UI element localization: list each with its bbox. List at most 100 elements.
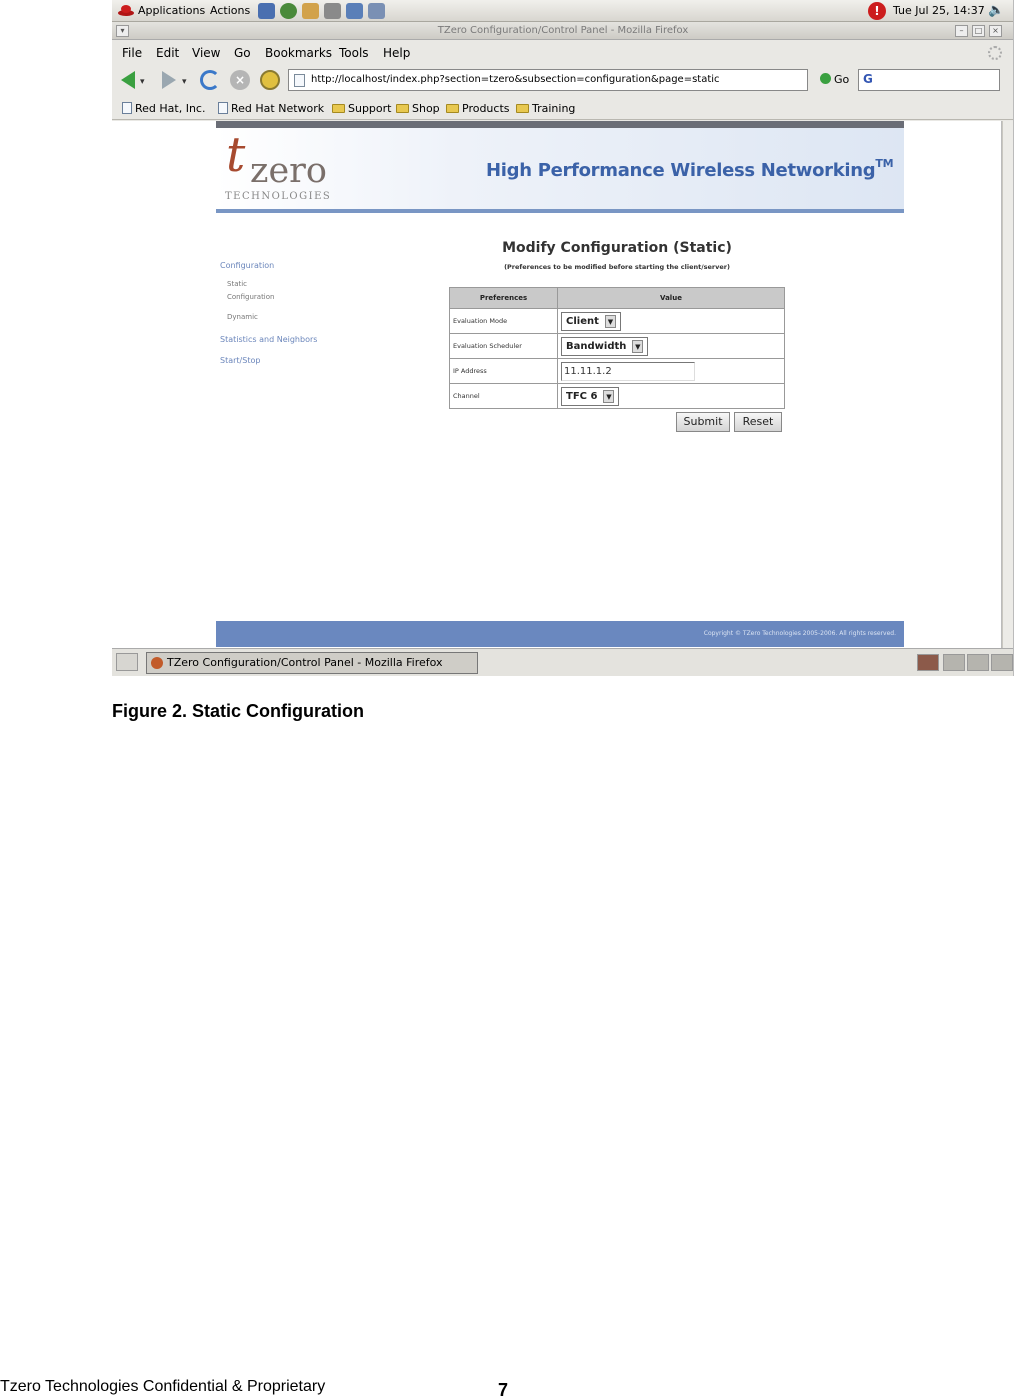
vertical-scrollbar[interactable]: [1002, 121, 1013, 648]
page-icon: [218, 102, 228, 114]
throbber-icon: [988, 46, 1002, 60]
workspace-2[interactable]: [967, 654, 989, 671]
back-history-dropdown-icon[interactable]: ▾: [140, 77, 145, 87]
ip-address-input[interactable]: 11.11.1.2: [561, 361, 695, 381]
folder-icon: [446, 104, 459, 113]
reload-icon[interactable]: [200, 70, 220, 90]
tagline-text: High Performance Wireless Networking: [486, 160, 876, 181]
browser-launcher-icon[interactable]: [280, 3, 297, 19]
submit-button[interactable]: Submit: [676, 412, 730, 432]
go-label: Go: [834, 73, 850, 86]
evaluation-scheduler-select[interactable]: Bandwidth ▼: [561, 336, 649, 356]
update-alert-icon[interactable]: !: [868, 2, 886, 20]
select-value: Client: [566, 315, 599, 327]
site-footer: Copyright © TZero Technologies 2005-2006…: [216, 621, 904, 647]
column-header-value: Value: [557, 287, 785, 309]
go-button[interactable]: Go: [820, 73, 849, 86]
bookmark-red-hat-inc[interactable]: Red Hat, Inc.: [122, 102, 205, 115]
nav-statistics-neighbors[interactable]: Statistics and Neighbors: [220, 335, 317, 344]
nav-start-stop[interactable]: Start/Stop: [220, 356, 260, 365]
stop-icon[interactable]: ×: [230, 70, 250, 90]
trash-icon[interactable]: [917, 654, 939, 671]
volume-icon[interactable]: 🔈: [988, 3, 1004, 18]
workspace-3[interactable]: [991, 654, 1013, 671]
menu-edit[interactable]: Edit: [156, 46, 179, 60]
close-icon[interactable]: ×: [989, 25, 1002, 37]
value-cell: 11.11.1.2: [557, 358, 785, 384]
tzero-logo-t: t: [226, 127, 246, 183]
menu-bar: File Edit View Go Bookmarks Tools Help: [112, 40, 1013, 64]
actions-menu[interactable]: Actions: [210, 4, 250, 17]
value-cell: Client ▼: [557, 308, 785, 334]
table-row: Evaluation Scheduler Bandwidth ▼: [449, 333, 785, 359]
minimize-icon[interactable]: –: [955, 25, 968, 37]
tzero-logo-subtitle: TECHNOLOGIES: [225, 191, 332, 202]
url-bar[interactable]: http://localhost/index.php?section=tzero…: [288, 69, 808, 91]
back-arrow-icon[interactable]: [121, 71, 135, 89]
launcher-icon-3[interactable]: [302, 3, 319, 19]
bookmark-label: Products: [462, 102, 510, 115]
launcher-icon-6[interactable]: [368, 3, 385, 19]
bookmark-label: Training: [532, 102, 576, 115]
gnome-taskbar: TZero Configuration/Control Panel - Mozi…: [112, 648, 1013, 676]
reset-button[interactable]: Reset: [734, 412, 782, 432]
redhat-logo-icon[interactable]: [118, 4, 134, 16]
forward-history-dropdown-icon[interactable]: ▾: [182, 77, 187, 87]
bookmark-folder-shop[interactable]: Shop: [396, 102, 440, 115]
bookmark-label: Red Hat Network: [231, 102, 325, 115]
table-header-row: Preferences Value: [449, 287, 785, 309]
launcher-icon-5[interactable]: [346, 3, 363, 19]
search-engine-icon: G: [863, 72, 873, 86]
evaluation-mode-select[interactable]: Client ▼: [561, 311, 621, 331]
bookmarks-toolbar: Red Hat, Inc. Red Hat Network Support Sh…: [112, 96, 1013, 120]
navigation-toolbar: ▾ ▾ × http://localhost/index.php?section…: [112, 64, 1013, 96]
page-icon: [294, 74, 305, 87]
firefox-icon: [151, 657, 163, 669]
folder-icon: [516, 104, 529, 113]
table-row: IP Address 11.11.1.2: [449, 358, 785, 384]
bookmark-folder-products[interactable]: Products: [446, 102, 510, 115]
row-label-ip-address: IP Address: [449, 358, 558, 384]
page-number: 7: [498, 1380, 509, 1399]
row-label-evaluation-scheduler: Evaluation Scheduler: [449, 333, 558, 359]
nav-configuration[interactable]: Configuration: [220, 261, 274, 270]
menu-tools[interactable]: Tools: [339, 46, 369, 60]
nav-dynamic[interactable]: Dynamic: [227, 313, 258, 321]
dropdown-arrow-icon: ▼: [604, 314, 616, 328]
launcher-icon-1[interactable]: [258, 3, 275, 19]
bookmark-folder-training[interactable]: Training: [516, 102, 575, 115]
row-label-evaluation-mode: Evaluation Mode: [449, 308, 558, 334]
nav-static[interactable]: Static: [227, 280, 247, 288]
page-viewport: t zero TECHNOLOGIES High Performance Wir…: [112, 121, 1002, 648]
table-row: Evaluation Mode Client ▼: [449, 308, 785, 334]
select-value: Bandwidth: [566, 340, 627, 352]
home-icon[interactable]: [260, 70, 280, 90]
launcher-icon-4[interactable]: [324, 3, 341, 19]
menu-bookmarks[interactable]: Bookmarks: [265, 46, 332, 60]
bookmark-label: Shop: [412, 102, 440, 115]
taskbar-firefox-task[interactable]: TZero Configuration/Control Panel - Mozi…: [146, 652, 478, 674]
bookmark-red-hat-network[interactable]: Red Hat Network: [218, 102, 324, 115]
site-header: t zero TECHNOLOGIES High Performance Wir…: [216, 121, 904, 213]
applications-menu[interactable]: Applications: [138, 4, 205, 17]
maximize-icon[interactable]: □: [972, 25, 985, 37]
show-desktop-icon[interactable]: [116, 653, 138, 671]
document-footer: Tzero Technologies Confidential & Propri…: [0, 1378, 326, 1395]
column-header-preferences: Preferences: [449, 287, 558, 309]
menu-file[interactable]: File: [122, 46, 142, 60]
configuration-table: Preferences Value Evaluation Mode Client…: [449, 287, 785, 409]
site-tagline: High Performance Wireless NetworkingTM: [486, 157, 894, 181]
search-box[interactable]: G: [858, 69, 1000, 91]
menu-go[interactable]: Go: [234, 46, 251, 60]
task-label: TZero Configuration/Control Panel - Mozi…: [167, 656, 443, 669]
menu-help[interactable]: Help: [383, 46, 410, 60]
window-titlebar[interactable]: ▾ TZero Configuration/Control Panel - Mo…: [112, 22, 1013, 40]
page-icon: [122, 102, 132, 114]
panel-clock[interactable]: Tue Jul 25, 14:37: [893, 4, 985, 17]
bookmark-folder-support[interactable]: Support: [332, 102, 391, 115]
forward-arrow-icon[interactable]: [162, 71, 176, 89]
nav-static-configuration[interactable]: Configuration: [227, 293, 274, 301]
channel-select[interactable]: TFC 6 ▼: [561, 386, 620, 406]
menu-view[interactable]: View: [192, 46, 220, 60]
workspace-1[interactable]: [943, 654, 965, 671]
